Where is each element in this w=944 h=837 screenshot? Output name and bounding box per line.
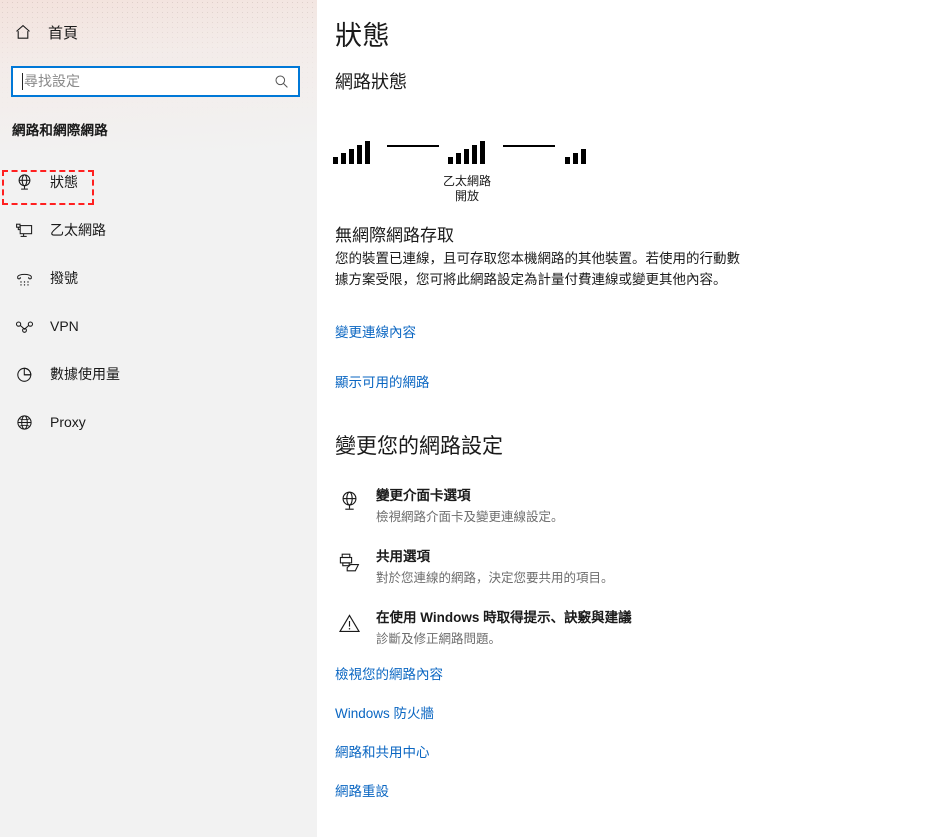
sidebar-item-status[interactable]: 狀態 <box>0 158 317 206</box>
adapter-globe-icon <box>335 487 363 513</box>
option-title: 共用選項 <box>376 549 430 564</box>
option-title: 變更介面卡選項 <box>376 488 471 503</box>
sidebar-item-label: 乙太網路 <box>50 222 106 238</box>
sidebar-item-label: 數據使用量 <box>50 366 120 382</box>
search-box[interactable] <box>11 66 300 97</box>
show-available-networks-link[interactable]: 顯示可用的網路 <box>335 371 430 391</box>
sharing-printer-icon <box>335 548 363 574</box>
sidebar-item-label: 撥號 <box>50 270 78 286</box>
sidebar-item-label: 狀態 <box>50 174 78 190</box>
network-status-diagram: 乙太網路 開放 <box>333 132 633 204</box>
data-usage-pie-icon <box>12 365 36 384</box>
network-signal-bars <box>448 141 485 164</box>
search-icon[interactable] <box>268 74 294 89</box>
option-description: 檢視網路介面卡及變更連線設定。 <box>376 510 564 524</box>
change-network-settings-heading: 變更您的網路設定 <box>335 435 503 458</box>
search-input[interactable] <box>23 69 268 94</box>
proxy-globe-icon <box>12 413 36 432</box>
change-connection-properties-link[interactable]: 變更連線內容 <box>335 321 416 341</box>
option-description: 診斷及修正網路問題。 <box>376 632 502 646</box>
dialup-phone-icon <box>12 269 36 288</box>
sidebar-item-label: Proxy <box>50 414 86 430</box>
diagram-network-label: 乙太網路 開放 <box>407 174 527 204</box>
sidebar-nav: 狀態 乙太網路 撥號 VPN 數據使用量 Proxy <box>0 158 317 446</box>
diagram-network-name: 乙太網路 <box>442 174 491 188</box>
network-status-heading: 網路狀態 <box>335 72 407 92</box>
connection-line-left <box>387 145 439 147</box>
diagram-network-state: 開放 <box>454 189 479 203</box>
ethernet-monitor-icon <box>12 221 36 240</box>
page-title: 狀態 <box>335 21 390 51</box>
sidebar-item-ethernet[interactable]: 乙太網路 <box>0 206 317 254</box>
home-icon <box>10 23 36 41</box>
content-pane: 狀態 網路狀態 乙太網路 開放 無網際網路存取 您的裝置已連線，且可存取您本機網… <box>317 0 944 837</box>
windows-firewall-link[interactable]: Windows 防火牆 <box>335 702 434 722</box>
internet-access-heading: 無網際網路存取 <box>335 226 454 245</box>
warning-triangle-icon <box>335 609 363 635</box>
option-sharing-options[interactable]: 共用選項 對於您連線的網路，決定您要共用的項目。 <box>335 548 755 587</box>
option-network-troubleshooter[interactable]: 在使用 Windows 時取得提示、訣竅與建議 診斷及修正網路問題。 <box>335 609 755 648</box>
network-globe-icon <box>12 173 36 192</box>
sidebar-item-dialup[interactable]: 撥號 <box>0 254 317 302</box>
sidebar-home-label: 首頁 <box>48 24 79 42</box>
sidebar-item-home[interactable]: 首頁 <box>10 18 78 46</box>
device-signal-bars <box>333 141 370 164</box>
view-network-properties-link[interactable]: 檢視您的網路內容 <box>335 663 443 683</box>
option-change-adapter-options[interactable]: 變更介面卡選項 檢視網路介面卡及變更連線設定。 <box>335 487 755 526</box>
internet-signal-bars <box>565 149 586 164</box>
settings-window: 首頁 網路和網際網路 <box>0 0 944 837</box>
sidebar-item-label: VPN <box>50 318 79 334</box>
connection-line-right <box>503 145 555 147</box>
option-description: 對於您連線的網路，決定您要共用的項目。 <box>376 571 614 585</box>
vpn-key-icon <box>12 317 36 336</box>
internet-access-description: 您的裝置已連線，且可存取您本機網路的其他裝置。若使用的行動數據方案受限，您可將此… <box>335 251 740 287</box>
network-sharing-center-link[interactable]: 網路和共用中心 <box>335 741 430 761</box>
option-title: 在使用 Windows 時取得提示、訣竅與建議 <box>376 610 632 625</box>
sidebar-item-data-usage[interactable]: 數據使用量 <box>0 350 317 398</box>
network-reset-link[interactable]: 網路重設 <box>335 780 389 800</box>
sidebar: 首頁 網路和網際網路 <box>0 0 317 837</box>
sidebar-category-title: 網路和網際網路 <box>12 123 108 138</box>
sidebar-item-vpn[interactable]: VPN <box>0 302 317 350</box>
sidebar-item-proxy[interactable]: Proxy <box>0 398 317 446</box>
